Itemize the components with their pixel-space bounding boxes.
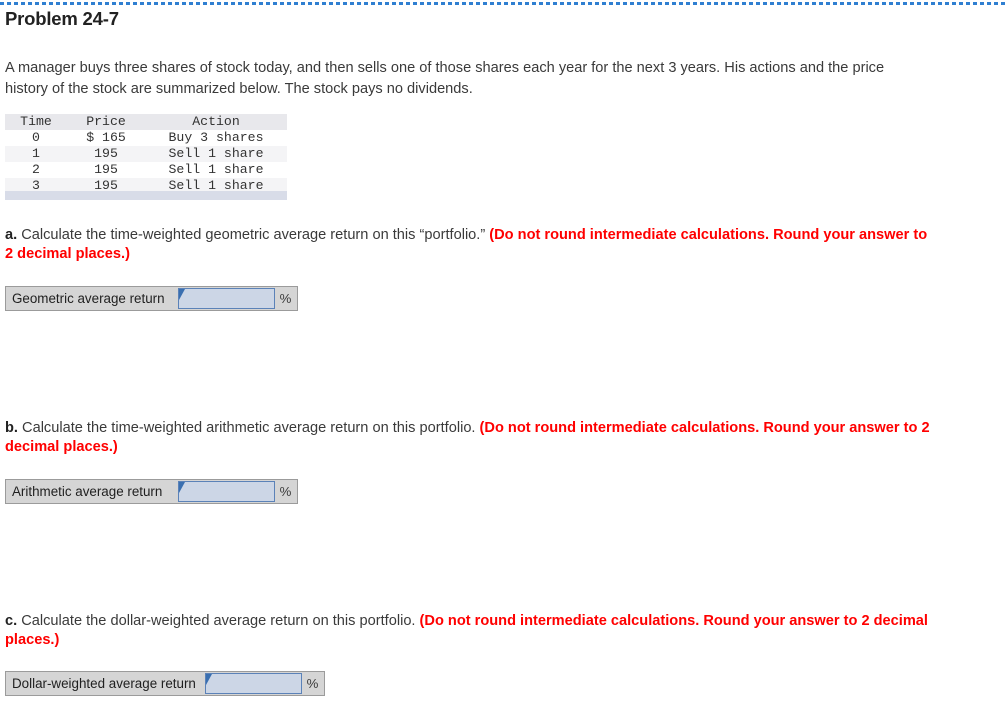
cell-price: 195 xyxy=(94,162,118,177)
table-footer-bar xyxy=(5,191,287,200)
cell-price: $ 165 xyxy=(86,130,126,145)
problem-page: Problem 24-7 A manager buys three shares… xyxy=(0,0,1008,723)
percent-unit-arithmetic: % xyxy=(275,480,296,503)
question-b-letter: b. xyxy=(5,420,18,436)
column-header-time: Time xyxy=(20,114,52,129)
cell-action: Buy 3 shares xyxy=(168,130,264,145)
stock-history-table: Time Price Action 0 $ 165 Buy 3 shares 1… xyxy=(5,114,287,194)
page-title: Problem 24-7 xyxy=(5,8,119,29)
question-c: c. Calculate the dollar-weighted average… xyxy=(5,612,935,650)
table-row: 0 $ 165 Buy 3 shares xyxy=(5,130,287,146)
question-a-letter: a. xyxy=(5,227,18,243)
answer-row-dollar-weighted[interactable]: Dollar-weighted average return % xyxy=(5,671,325,696)
cell-action: Sell 1 share xyxy=(168,162,264,177)
question-c-letter: c. xyxy=(5,613,18,629)
question-a: a. Calculate the time-weighted geometric… xyxy=(5,226,935,264)
answer-input-wrap-geometric[interactable] xyxy=(178,288,275,309)
answer-row-arithmetic[interactable]: Arithmetic average return % xyxy=(5,479,298,504)
arithmetic-average-return-input[interactable] xyxy=(179,482,274,501)
answer-label-dollar-weighted: Dollar-weighted average return xyxy=(6,672,205,695)
question-c-text: Calculate the dollar-weighted average re… xyxy=(17,613,420,629)
column-header-price: Price xyxy=(86,114,126,129)
geometric-average-return-input[interactable] xyxy=(179,289,274,308)
cell-time: 1 xyxy=(32,146,40,161)
answer-input-wrap-arithmetic[interactable] xyxy=(178,481,275,502)
dollar-weighted-average-return-input[interactable] xyxy=(206,674,301,693)
table-row: 1 195 Sell 1 share xyxy=(5,146,287,162)
answer-row-geometric[interactable]: Geometric average return % xyxy=(5,286,298,311)
answer-label-arithmetic: Arithmetic average return xyxy=(6,480,178,503)
question-b: b. Calculate the time-weighted arithmeti… xyxy=(5,419,935,457)
cell-time: 2 xyxy=(32,162,40,177)
cell-action: Sell 1 share xyxy=(168,146,264,161)
answer-label-geometric: Geometric average return xyxy=(6,287,178,310)
column-header-action: Action xyxy=(192,114,240,129)
cell-price: 195 xyxy=(94,146,118,161)
table-header-row: Time Price Action xyxy=(5,114,287,130)
percent-unit-dollar-weighted: % xyxy=(302,672,323,695)
percent-unit-geometric: % xyxy=(275,287,296,310)
answer-input-wrap-dollar-weighted[interactable] xyxy=(205,673,302,694)
question-b-text: Calculate the time-weighted arithmetic a… xyxy=(17,420,480,436)
problem-intro-text: A manager buys three shares of stock tod… xyxy=(5,60,885,97)
top-dotted-divider xyxy=(0,2,1008,5)
question-a-text: Calculate the time-weighted geometric av… xyxy=(17,227,490,243)
table-row: 2 195 Sell 1 share xyxy=(5,162,287,178)
cell-time: 0 xyxy=(32,130,40,145)
